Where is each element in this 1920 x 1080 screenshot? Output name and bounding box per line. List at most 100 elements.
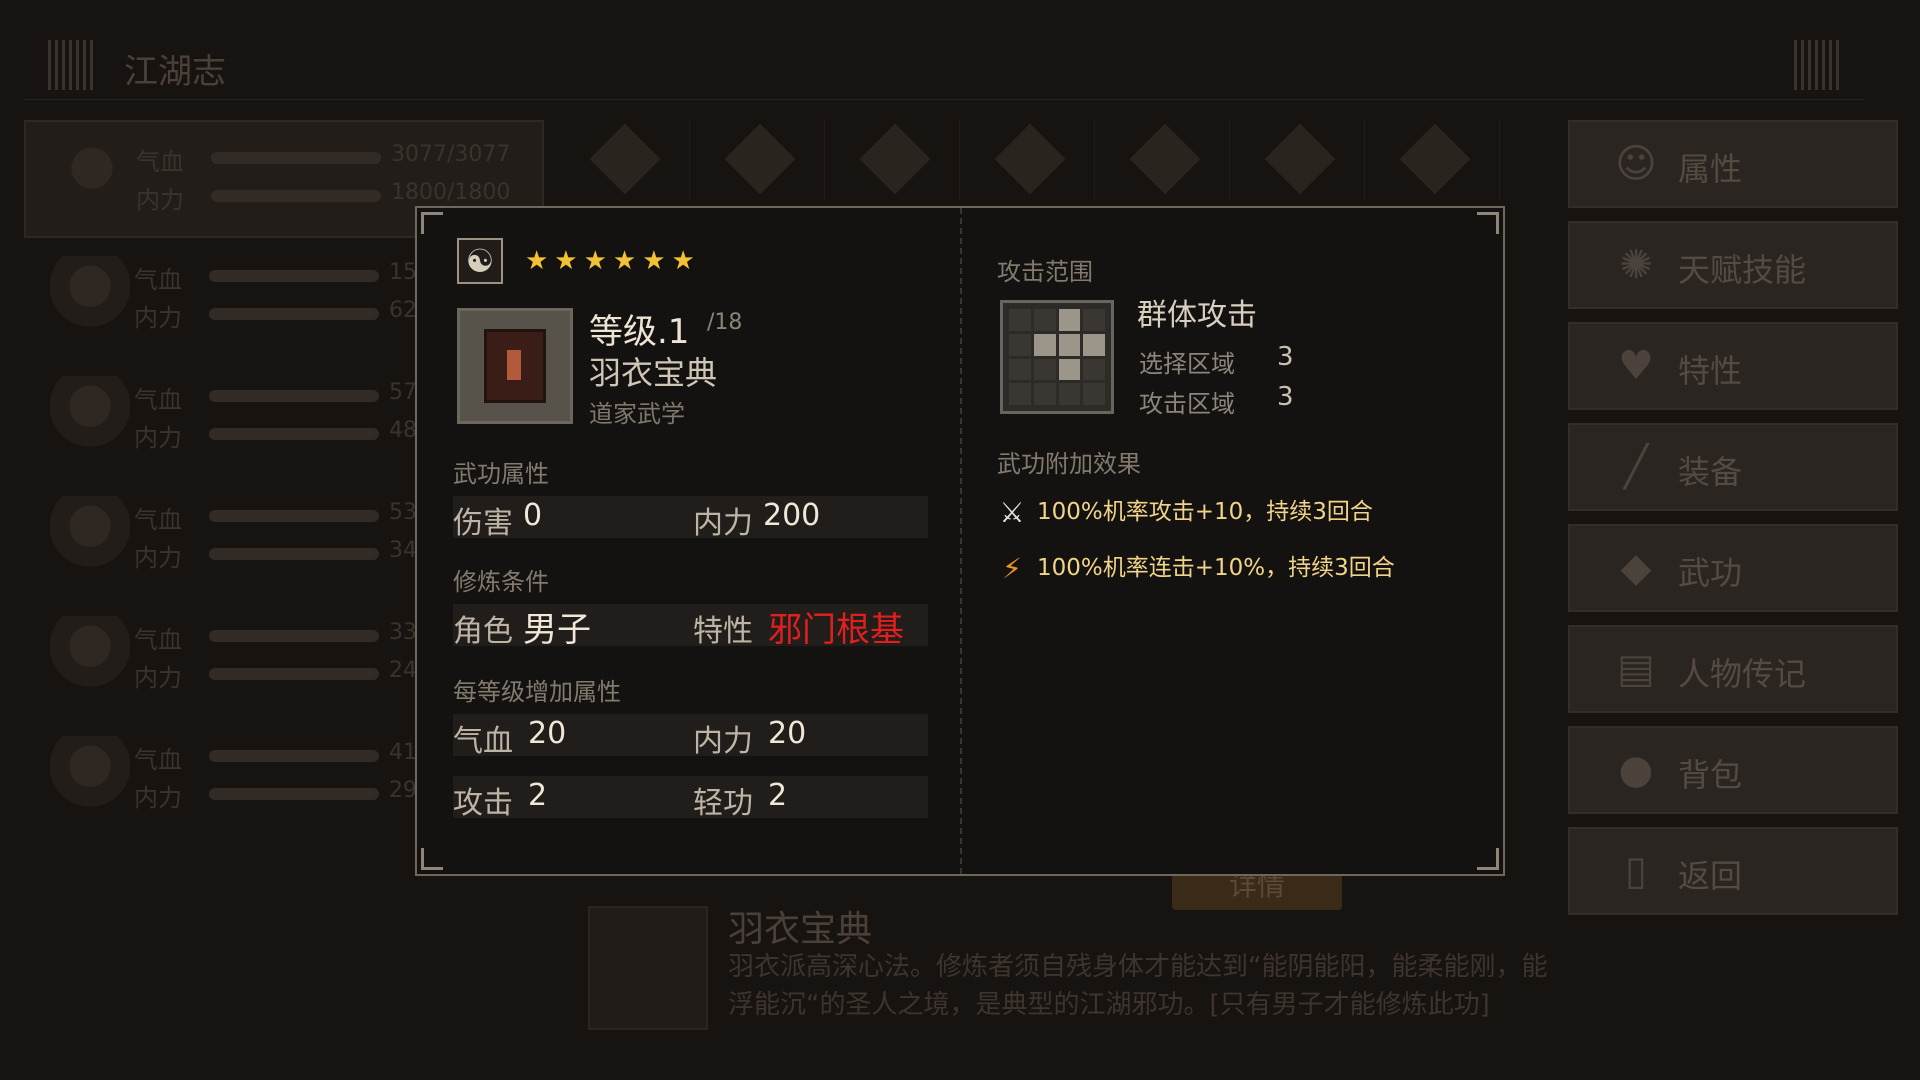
frame-corner [421, 212, 443, 234]
page-title: 江湖志 [124, 52, 226, 92]
character-portrait [50, 256, 130, 342]
hp-value: 20 [528, 716, 567, 751]
bag-icon: ● [1618, 747, 1654, 793]
mp-bar [209, 548, 379, 560]
inner-power-label: 内力 [693, 506, 753, 541]
trait-icon: ♥ [1618, 343, 1654, 389]
item-icon [1264, 123, 1336, 195]
mp-value: 20 [768, 716, 807, 751]
combo-icon: ⚡ [1002, 551, 1022, 585]
item-icon [859, 123, 931, 195]
qinggong-label: 轻功 [693, 786, 753, 821]
hp-bar [209, 510, 379, 522]
role-label: 角色 [453, 614, 513, 649]
grid-cell [1009, 383, 1031, 405]
stat-label: 气血 [134, 626, 182, 654]
attack-range-grid [1000, 300, 1114, 414]
side-menu: ☺ 属性 ✺ 天赋技能 ♥ 特性 ╱ 装备 ◆ 武功 ▤ 人物传记 ● 背包 ▯… [1568, 120, 1898, 928]
item-icon [589, 123, 661, 195]
grid-cell-active [1058, 333, 1081, 356]
equipment-slot[interactable] [695, 120, 825, 200]
grid-cell [1009, 333, 1031, 356]
effect-text: 100%机率攻击+10，持续3回合 [1037, 499, 1373, 525]
skill-book-icon [588, 906, 708, 1030]
equipment-slot[interactable] [1235, 120, 1365, 200]
grid-cell-active [1058, 358, 1081, 381]
skill-detail-name: 羽衣宝典 [728, 909, 873, 950]
stat-label: 内力 [134, 424, 182, 452]
grid-cell [1083, 309, 1105, 331]
item-icon [1399, 123, 1471, 195]
inner-power-value: 200 [763, 498, 821, 533]
character-portrait [50, 376, 130, 462]
menu-attributes-button[interactable]: ☺ 属性 [1568, 120, 1898, 208]
section-title-requirements: 修炼条件 [453, 568, 549, 596]
menu-label: 装备 [1678, 453, 1743, 491]
attribute-row: 伤害 0 内力 200 [453, 496, 928, 541]
mp-bar [209, 308, 379, 320]
skill-info-modal: ☯ ★★★★★★ 等级.1 /18 羽衣宝典 道家武学 武功属性 伤害 0 内力… [415, 206, 1505, 876]
hp-bar [209, 390, 379, 402]
damage-label: 伤害 [453, 506, 513, 541]
stat-label: 气血 [134, 386, 182, 414]
door-icon: ▯ [1624, 848, 1647, 894]
skill-level: 等级.1 [589, 312, 690, 352]
attack-area-label: 攻击区域 [1139, 390, 1235, 418]
stat-label: 气血 [136, 148, 184, 176]
equipment-slot[interactable] [830, 120, 960, 200]
stat-label: 内力 [134, 544, 182, 572]
trait-label: 特性 [693, 614, 753, 649]
menu-label: 特性 [1678, 352, 1743, 390]
section-title-per-level: 每等级增加属性 [453, 678, 621, 706]
stat-label: 气血 [134, 506, 182, 534]
equipment-slot[interactable] [1370, 120, 1500, 200]
hp-bar [209, 630, 379, 642]
attack-type: 群体攻击 [1137, 298, 1257, 333]
equipment-slot[interactable] [560, 120, 690, 200]
hp-value: 3077/3077 [391, 142, 511, 167]
menu-martial-arts-button[interactable]: ◆ 武功 [1568, 524, 1898, 612]
sword-icon: ╱ [1623, 444, 1649, 490]
hp-label: 气血 [453, 724, 513, 759]
menu-label: 背包 [1678, 756, 1743, 794]
menu-talent-button[interactable]: ✺ 天赋技能 [1568, 221, 1898, 309]
select-area-label: 选择区域 [1139, 350, 1235, 378]
menu-equipment-button[interactable]: ╱ 装备 [1568, 423, 1898, 511]
item-icon [1129, 123, 1201, 195]
skill-detail-panel: 羽衣宝典 羽衣派高深心法。修炼者须自残身体才能达到“能阴能阳，能柔能刚，能浮能沉… [588, 900, 1568, 1070]
stat-label: 内力 [134, 304, 182, 332]
item-icon [994, 123, 1066, 195]
menu-label: 武功 [1678, 554, 1743, 592]
book-icon: ◆ [1620, 545, 1652, 591]
attack-label: 攻击 [453, 786, 513, 821]
menu-back-button[interactable]: ▯ 返回 [1568, 827, 1898, 915]
grid-cell [1083, 383, 1105, 405]
skill-book-frame [457, 308, 573, 424]
equipment-slot[interactable] [965, 120, 1095, 200]
menu-bag-button[interactable]: ● 背包 [1568, 726, 1898, 814]
person-icon: ☺ [1615, 141, 1657, 187]
attack-value: 2 [528, 778, 548, 813]
hp-bar [211, 152, 381, 164]
menu-label: 天赋技能 [1678, 251, 1807, 289]
skill-school: 道家武学 [589, 400, 685, 428]
equipment-slot[interactable] [1100, 120, 1230, 200]
mp-value: 1800/1800 [391, 180, 511, 205]
menu-label: 属性 [1678, 150, 1743, 188]
menu-traits-button[interactable]: ♥ 特性 [1568, 322, 1898, 410]
effect-row: ⚡ 100%机率连击+10%，持续3回合 [995, 548, 1395, 586]
grid-cell [1033, 309, 1056, 331]
per-level-row: 攻击 2 轻功 2 [453, 776, 928, 821]
menu-biography-button[interactable]: ▤ 人物传记 [1568, 625, 1898, 713]
frame-corner [1477, 848, 1499, 870]
header-ornament-right [1794, 40, 1840, 90]
per-level-row: 气血 20 内力 20 [453, 714, 928, 759]
grid-cell [1033, 383, 1056, 405]
mp-bar [209, 788, 379, 800]
skill-detail-description: 羽衣派高深心法。修炼者须自残身体才能达到“能阴能阳，能柔能刚，能浮能沉“的圣人之… [728, 952, 1548, 1020]
grid-cell-active [1083, 333, 1105, 356]
grid-cell-active [1058, 309, 1081, 331]
item-icon [724, 123, 796, 195]
role-value: 男子 [523, 610, 591, 650]
section-title-extra-effects: 武功附加效果 [997, 450, 1141, 478]
